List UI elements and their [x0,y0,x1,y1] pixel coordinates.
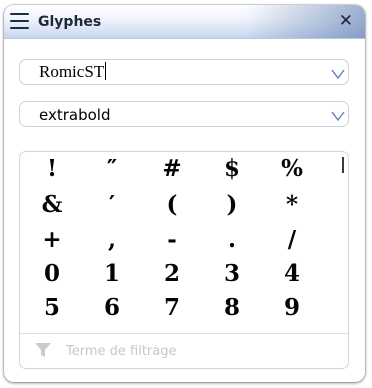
glyph-cell[interactable]: % [267,154,317,184]
glyph-cell[interactable]: 4 [267,259,317,289]
font-style-value[interactable]: extrabold [39,106,110,124]
font-family-select[interactable]: RomicST [19,59,349,85]
glyph-cell[interactable]: ! [27,154,77,184]
funnel-filter-icon [35,343,51,357]
glyph-grid-cells: ! ″ # $% & ′ () * +, -. / 0 1 2 3 4 5 6 7 8 9 [20,152,330,332]
glyph-cell[interactable]: 9 [267,293,317,323]
font-style-select[interactable]: extrabold [19,101,349,127]
filter-input[interactable] [66,341,326,361]
glyph-cell[interactable]: ( [147,190,197,220]
glyph-cell[interactable]: # [147,154,197,184]
scrollbar[interactable] [342,157,344,173]
glyph-cell[interactable]: 0 [27,259,77,289]
glyph-cell[interactable]: 8 [207,293,257,323]
glyph-cell[interactable]: 6 [87,293,137,323]
text-caret [105,62,107,80]
panel-title: Glyphes [38,14,102,30]
glyph-cell[interactable]: 7 [147,293,197,323]
glyph-cell[interactable]: 1 [87,259,137,289]
glyph-cell[interactable]: $ [207,154,257,184]
glyph-cell[interactable]: . [207,225,257,255]
glyph-cell[interactable]: / [267,225,317,255]
glyph-cell[interactable]: * [267,190,317,220]
glyph-cell[interactable]: , [87,225,137,255]
glyph-cell[interactable]: 2 [147,259,197,289]
glyphs-panel: Glyphes ✕ RomicST extrabold ! ″ # $% & ′ () * +,… [4,5,365,382]
glyph-cell[interactable]: 5 [27,293,77,323]
glyph-cell[interactable]: + [27,225,77,255]
title-bar[interactable]: Glyphes ✕ [4,5,365,39]
glyph-cell[interactable]: ″ [87,154,137,184]
glyph-grid: ! ″ # $% & ′ () * +, -. / 0 1 2 3 4 5 6 7 8 9 [19,151,349,369]
glyph-cell[interactable]: - [147,225,197,255]
chevron-down-icon[interactable] [331,68,345,80]
hamburger-menu-icon[interactable] [10,13,29,29]
chevron-down-icon[interactable] [331,110,345,122]
glyph-cell[interactable]: 3 [207,259,257,289]
glyph-cell[interactable]: ′ [87,190,137,220]
glyph-cell[interactable]: ) [207,190,257,220]
filter-row [20,333,348,368]
font-family-value[interactable]: RomicST [39,62,107,82]
close-icon[interactable]: ✕ [339,11,353,31]
glyph-cell[interactable]: & [27,190,77,220]
